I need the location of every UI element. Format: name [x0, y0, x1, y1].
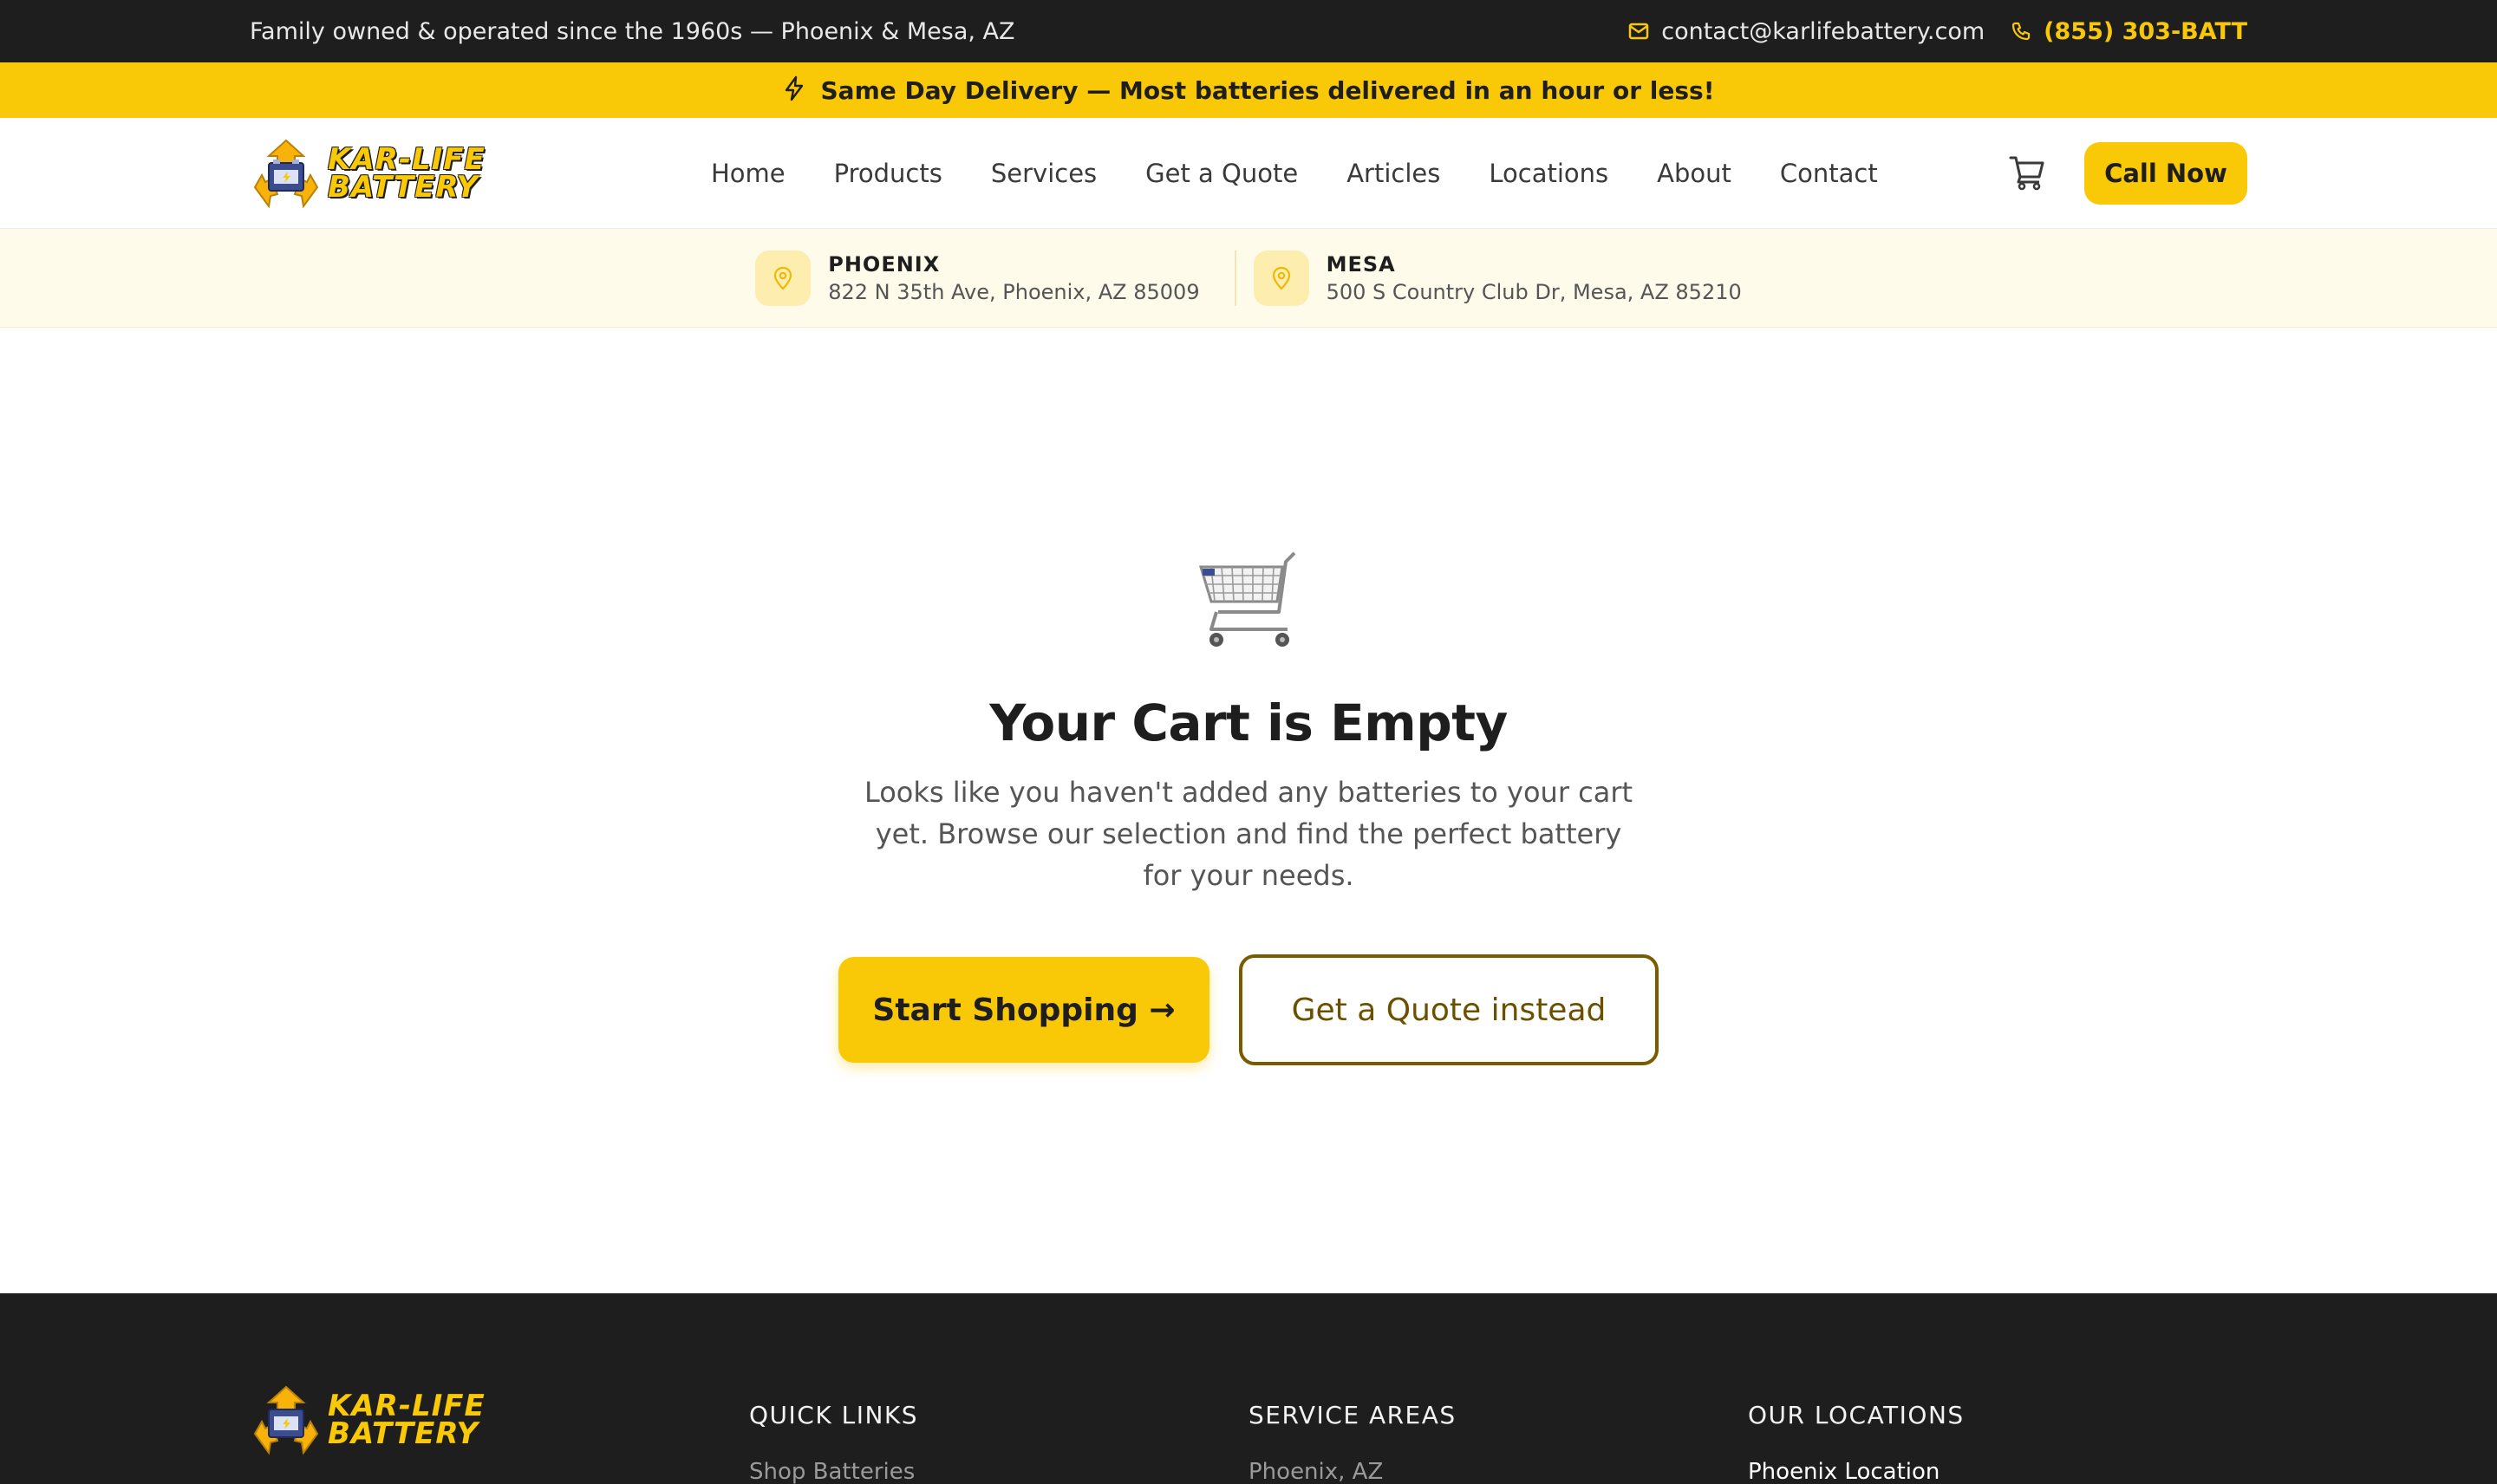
location-address: 500 S Country Club Dr, Mesa, AZ 85210 — [1326, 279, 1742, 304]
footer-quick-links: QUICK LINKS Shop Batteries — [749, 1394, 1248, 1484]
empty-cart-message: Looks like you haven't added any batteri… — [864, 776, 1633, 892]
our-locations-heading: OUR LOCATIONS — [1748, 1401, 1965, 1429]
promo-banner: Same Day Delivery — Most batteries deliv… — [0, 62, 2497, 118]
email-link[interactable]: contact@karlifebattery.com — [1628, 18, 1985, 45]
footer-link[interactable]: Phoenix, AZ — [1248, 1459, 1748, 1484]
main-content: Your Cart is Empty Looks like you haven'… — [0, 328, 2497, 1293]
quick-links-heading: QUICK LINKS — [749, 1401, 919, 1429]
nav-about[interactable]: About — [1657, 159, 1731, 188]
nav-products[interactable]: Products — [834, 159, 942, 188]
promo-text: Same Day Delivery — Most batteries deliv… — [820, 75, 1715, 105]
email-text: contact@karlifebattery.com — [1661, 17, 1985, 45]
top-bar: Family owned & operated since the 1960s … — [0, 0, 2497, 62]
footer-service-areas: SERVICE AREAS Phoenix, AZ — [1248, 1394, 1748, 1484]
empty-cart-panel: Your Cart is Empty Looks like you haven'… — [0, 544, 2497, 1065]
location-name: MESA — [1326, 251, 1396, 277]
footer-link[interactable]: Phoenix Location — [1748, 1459, 2247, 1484]
footer-locations: OUR LOCATIONS Phoenix Location — [1748, 1394, 2247, 1484]
battery-recycle-logo-icon — [250, 1383, 323, 1456]
get-quote-button[interactable]: Get a Quote instead — [1239, 954, 1659, 1065]
location-strip: PHOENIX 822 N 35th Ave, Phoenix, AZ 8500… — [0, 229, 2497, 328]
location-mesa[interactable]: MESA 500 S Country Club Dr, Mesa, AZ 852… — [1236, 250, 1759, 306]
brand-line-2: BATTERY — [328, 1416, 479, 1451]
nav-locations[interactable]: Locations — [1489, 159, 1608, 188]
tagline: Family owned & operated since the 1960s … — [250, 17, 1015, 45]
battery-recycle-logo-icon — [250, 137, 323, 210]
service-areas-heading: SERVICE AREAS — [1248, 1401, 1457, 1429]
nav-home[interactable]: Home — [711, 159, 786, 188]
site-footer: KAR-LIFE BATTERY QUICK LINKS Shop Batter… — [0, 1293, 2497, 1484]
lightning-icon — [783, 75, 805, 105]
nav-articles[interactable]: Articles — [1346, 159, 1440, 188]
nav-contact[interactable]: Contact — [1780, 159, 1878, 188]
footer-link[interactable]: Shop Batteries — [749, 1459, 1248, 1484]
shopping-cart-illustration-icon — [1192, 544, 1305, 657]
phone-text: (855) 303-BATT — [2044, 17, 2247, 45]
footer-logo[interactable]: KAR-LIFE BATTERY — [250, 1383, 527, 1456]
start-shopping-button[interactable]: Start Shopping → — [838, 957, 1209, 1063]
phone-icon — [2011, 21, 2031, 42]
empty-cart-title: Your Cart is Empty — [989, 693, 1508, 752]
call-now-button[interactable]: Call Now — [2084, 142, 2247, 205]
map-pin-icon — [755, 250, 812, 306]
nav-services[interactable]: Services — [991, 159, 1097, 188]
cart-icon[interactable] — [2008, 153, 2046, 194]
logo[interactable]: KAR-LIFE BATTERY — [250, 137, 527, 210]
location-name: PHOENIX — [828, 251, 941, 277]
location-address: 822 N 35th Ave, Phoenix, AZ 85009 — [828, 279, 1200, 304]
phone-link[interactable]: (855) 303-BATT — [2011, 18, 2247, 45]
location-phoenix[interactable]: PHOENIX 822 N 35th Ave, Phoenix, AZ 8500… — [738, 250, 1236, 306]
site-header: KAR-LIFE BATTERY Home Products Services … — [0, 118, 2497, 229]
main-nav: Home Products Services Get a Quote Artic… — [711, 159, 1878, 188]
mail-icon — [1628, 23, 1649, 40]
brand-line-2: BATTERY — [328, 170, 479, 205]
map-pin-icon — [1253, 250, 1309, 306]
footer-brand: KAR-LIFE BATTERY — [250, 1385, 749, 1484]
nav-get-a-quote[interactable]: Get a Quote — [1145, 159, 1298, 188]
